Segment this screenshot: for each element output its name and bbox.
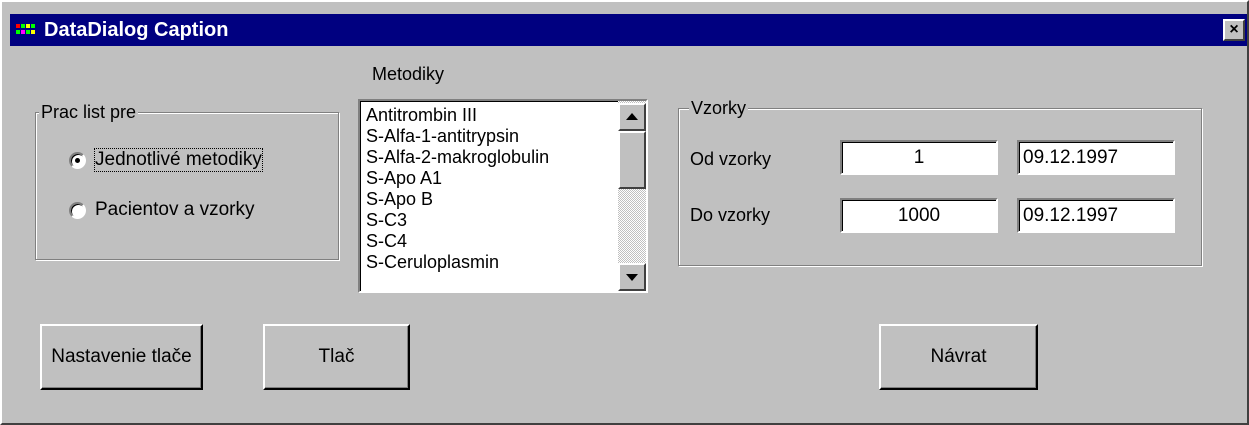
do-vzorky-date-input[interactable]: 09.12.1997 bbox=[1017, 198, 1175, 233]
radio-circle bbox=[69, 202, 86, 219]
scroll-thumb[interactable] bbox=[618, 131, 646, 189]
do-vzorky-label: Do vzorky bbox=[690, 205, 771, 225]
radio-label-jednotlive: Jednotlivé metodiky bbox=[94, 148, 263, 172]
arrow-up-icon bbox=[626, 113, 638, 120]
list-item[interactable]: S-C3 bbox=[366, 210, 616, 231]
vzorky-legend: Vzorky bbox=[689, 98, 749, 118]
title-bar[interactable]: DataDialog Caption × bbox=[10, 14, 1247, 46]
list-item[interactable]: S-Alfa-2-makroglobulin bbox=[366, 147, 616, 168]
radio-selected-dot bbox=[75, 158, 80, 163]
list-item[interactable]: S-Ceruloplasmin bbox=[366, 252, 616, 273]
vzorky-group: Vzorky Od vzorky 1 09.12.1997 Do vzorky … bbox=[678, 98, 1202, 266]
prac-list-group: Prac list pre Jednotlivé metodiky Pacien… bbox=[35, 102, 339, 260]
radio-jednotlive-metodiky[interactable]: Jednotlivé metodiky bbox=[69, 148, 309, 173]
metodiky-list: Antitrombin III S-Alfa-1-antitrypsin S-A… bbox=[366, 105, 616, 273]
list-item[interactable]: S-C4 bbox=[366, 231, 616, 252]
radio-label-pacientov: Pacientov a vzorky bbox=[95, 199, 255, 220]
scroll-down-button[interactable] bbox=[618, 263, 646, 291]
list-item[interactable]: Antitrombin III bbox=[366, 105, 616, 126]
prac-list-legend: Prac list pre bbox=[39, 102, 139, 122]
dialog-window: DataDialog Caption × Metodiky Prac list … bbox=[0, 0, 1249, 425]
od-vzorky-label: Od vzorky bbox=[690, 149, 772, 169]
metodiky-listbox[interactable]: Antitrombin III S-Alfa-1-antitrypsin S-A… bbox=[358, 99, 648, 293]
radio-circle bbox=[69, 152, 86, 169]
listbox-scrollbar[interactable] bbox=[618, 101, 646, 291]
navrat-button[interactable]: Návrat bbox=[879, 324, 1038, 390]
do-vzorky-input[interactable]: 1000 bbox=[840, 198, 998, 233]
window-title: DataDialog Caption bbox=[44, 19, 229, 41]
list-item[interactable]: S-Alfa-1-antitrypsin bbox=[366, 126, 616, 147]
close-icon: × bbox=[1229, 21, 1239, 38]
scroll-up-button[interactable] bbox=[618, 103, 646, 131]
arrow-down-icon bbox=[626, 274, 638, 281]
metodiky-label: Metodiky bbox=[372, 64, 445, 84]
radio-pacientov-a-vzorky[interactable]: Pacientov a vzorky bbox=[69, 199, 309, 223]
list-item[interactable]: S-Apo B bbox=[366, 189, 616, 210]
nastavenie-tlace-button[interactable]: Nastavenie tlače bbox=[40, 324, 203, 390]
od-vzorky-date-input[interactable]: 09.12.1997 bbox=[1017, 140, 1175, 175]
list-item[interactable]: S-Apo A1 bbox=[366, 168, 616, 189]
close-button[interactable]: × bbox=[1223, 19, 1245, 41]
app-grid-icon bbox=[16, 24, 35, 34]
od-vzorky-input[interactable]: 1 bbox=[840, 140, 998, 175]
tlac-button[interactable]: Tlač bbox=[263, 324, 410, 390]
